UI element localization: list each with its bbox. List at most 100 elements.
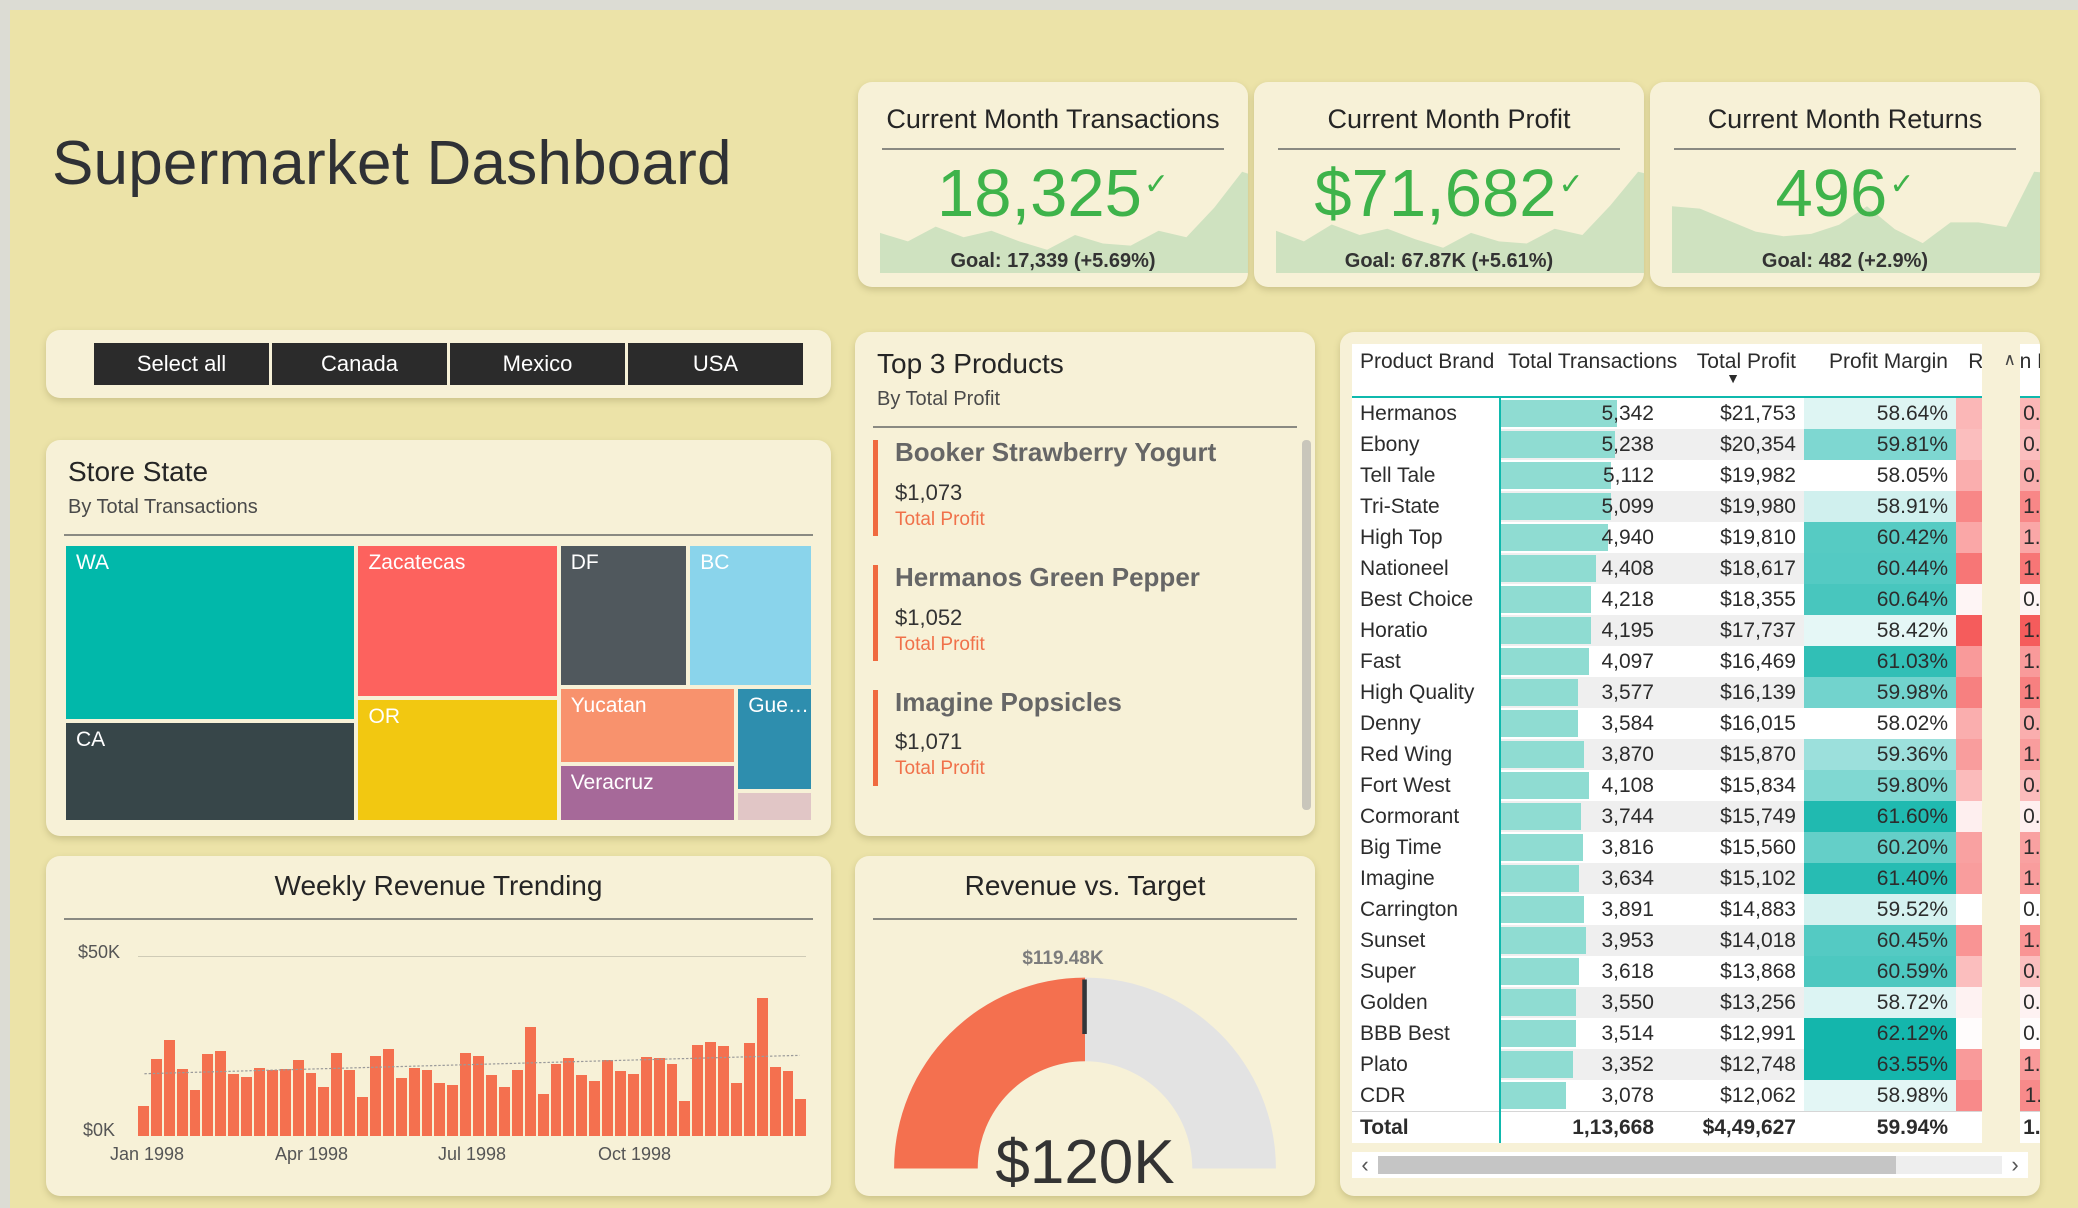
cell-margin: 61.03%	[1804, 646, 1956, 677]
slicer-option-select-all[interactable]: Select all	[94, 343, 269, 385]
table-row[interactable]: Fast4,097$16,46961.03%1.07	[1352, 646, 2040, 677]
cell-transactions: 3,078	[1500, 1080, 1662, 1112]
treemap-tile-label: Yucatan	[571, 694, 647, 718]
table-header-row[interactable]: Product BrandTotal TransactionsTotal Pro…	[1352, 344, 2040, 397]
table-row[interactable]: Carrington3,891$14,88359.52%0.78	[1352, 894, 2040, 925]
treemap-tile[interactable]	[736, 791, 813, 822]
table-header-profit-margin[interactable]: Profit Margin	[1804, 344, 1956, 397]
cell-total-transactions: 1,13,668	[1500, 1112, 1662, 1144]
table-right-clip	[1982, 344, 2020, 1143]
cell-transactions: 3,550	[1500, 987, 1662, 1018]
table-row[interactable]: High Top4,940$19,81060.42%1.01	[1352, 522, 2040, 553]
cell-profit: $15,102	[1662, 863, 1804, 894]
table-row[interactable]: Best Choice4,218$18,35560.64%0.81	[1352, 584, 2040, 615]
table-row[interactable]: Tell Tale5,112$19,98258.05%0.99	[1352, 460, 2040, 491]
cell-transactions: 3,891	[1500, 894, 1662, 925]
kpi-goal: Goal: 17,339 (+5.69%)	[858, 250, 1248, 273]
table-row[interactable]: CDR3,078$12,06258.98%1.11	[1352, 1080, 2040, 1112]
x-tick-1: Apr 1998	[275, 1144, 348, 1165]
cell-margin: 58.72%	[1804, 987, 1956, 1018]
treemap-tile-label: CA	[76, 728, 105, 752]
cell-margin: 58.42%	[1804, 615, 1956, 646]
cell-brand: Horatio	[1352, 615, 1500, 646]
chevron-up-icon[interactable]: ∧	[2004, 350, 2016, 370]
table-row[interactable]: Imagine3,634$15,10261.40%1.06	[1352, 863, 2040, 894]
table-row[interactable]: High Quality3,577$16,13959.98%1.13	[1352, 677, 2040, 708]
table-row[interactable]: Big Time3,816$15,56060.20%1.05	[1352, 832, 2040, 863]
table-row[interactable]: Nationeel4,408$18,61760.44%1.18	[1352, 553, 2040, 584]
table-header-total-profit[interactable]: Total Profit▼	[1662, 344, 1804, 397]
cell-margin: 59.81%	[1804, 429, 1956, 460]
product-brand-table: Product BrandTotal TransactionsTotal Pro…	[1340, 332, 2040, 1196]
scrollbar-vertical[interactable]	[1302, 440, 1311, 810]
cell-profit: $19,982	[1662, 460, 1804, 491]
treemap-tile-yucatan[interactable]: Yucatan	[559, 687, 737, 763]
table-row[interactable]: Hermanos5,342$21,75358.64%0.95	[1352, 397, 2040, 429]
cell-brand: High Quality	[1352, 677, 1500, 708]
treemap-tile-guerr[interactable]: Guerr...	[736, 687, 813, 791]
table-row[interactable]: Denny3,584$16,01558.02%0.99	[1352, 708, 2040, 739]
table-horizontal-scrollbar[interactable]: ‹ ›	[1352, 1152, 2028, 1178]
table-row[interactable]: Super3,618$13,86860.59%0.96	[1352, 956, 2040, 987]
slicer-option-mexico[interactable]: Mexico	[450, 343, 625, 385]
table-header-total-transactions[interactable]: Total Transactions	[1500, 344, 1662, 397]
x-tick-2: Jul 1998	[438, 1144, 506, 1165]
check-icon: ✓	[1889, 168, 1914, 201]
cell-total-margin: 59.94%	[1804, 1112, 1956, 1144]
cell-transactions: 3,634	[1500, 863, 1662, 894]
cell-transactions: 5,342	[1500, 397, 1662, 429]
treemap-tile-wa[interactable]: WA	[64, 544, 356, 721]
scrollbar-track[interactable]	[1378, 1156, 2002, 1174]
dashboard-canvas: Supermarket Dashboard Current Month Tran…	[10, 10, 2078, 1208]
kpi-card-transactions[interactable]: Current Month Transactions 18,325✓ Goal:…	[858, 82, 1248, 287]
data-table: Product BrandTotal TransactionsTotal Pro…	[1352, 344, 2040, 1143]
cell-margin: 60.59%	[1804, 956, 1956, 987]
table-row[interactable]: Tri-State5,099$19,98058.91%1.10	[1352, 491, 2040, 522]
table-header-product-brand[interactable]: Product Brand	[1352, 344, 1500, 397]
treemap-tile-df[interactable]: DF	[559, 544, 689, 687]
table-row[interactable]: Red Wing3,870$15,87059.36%1.06	[1352, 739, 2040, 770]
kpi-card-returns[interactable]: Current Month Returns 496✓ Goal: 482 (+2…	[1650, 82, 2040, 287]
treemap-tile-ca[interactable]: CA	[64, 721, 356, 822]
cell-brand: Red Wing	[1352, 739, 1500, 770]
cell-profit: $16,139	[1662, 677, 1804, 708]
kpi-value: 18,325✓	[858, 160, 1248, 227]
gauge-target-label: $119.48K	[855, 948, 1283, 970]
top3-item[interactable]: Hermanos Green Pepper$1,052Total Profit	[873, 561, 1297, 656]
divider	[64, 534, 813, 536]
cell-brand: Fort West	[1352, 770, 1500, 801]
cell-transactions: 3,584	[1500, 708, 1662, 739]
treemap-tile-or[interactable]: OR	[356, 698, 558, 822]
scroll-left-arrow-icon[interactable]: ‹	[1352, 1152, 1378, 1178]
top3-item[interactable]: Booker Strawberry Yogurt$1,073Total Prof…	[873, 436, 1297, 531]
table-row[interactable]: Cormorant3,744$15,74961.60%0.87	[1352, 801, 2040, 832]
cell-brand: Imagine	[1352, 863, 1500, 894]
cell-margin: 60.45%	[1804, 925, 1956, 956]
revenue-vs-target-gauge: Revenue vs. Target $119.48K $120K	[855, 856, 1315, 1196]
check-icon: ✓	[1144, 168, 1169, 201]
cell-brand: Best Choice	[1352, 584, 1500, 615]
treemap-tile-bc[interactable]: BC	[688, 544, 813, 687]
treemap-tile-zacatecas[interactable]: Zacatecas	[356, 544, 558, 698]
cell-transactions: 3,953	[1500, 925, 1662, 956]
table-row[interactable]: Golden3,550$13,25658.72%0.88	[1352, 987, 2040, 1018]
table-row[interactable]: Plato3,352$12,74863.55%1.06	[1352, 1049, 2040, 1080]
table-row[interactable]: Fort West4,108$15,83459.80%0.97	[1352, 770, 2040, 801]
slicer-option-canada[interactable]: Canada	[272, 343, 447, 385]
slicer-option-usa[interactable]: USA	[628, 343, 803, 385]
scroll-right-arrow-icon[interactable]: ›	[2002, 1152, 2028, 1178]
table-row[interactable]: BBB Best3,514$12,99162.12%0.80	[1352, 1018, 2040, 1049]
cell-transactions: 5,112	[1500, 460, 1662, 491]
product-value: $1,071	[895, 729, 1297, 755]
treemap-tile-veracruz[interactable]: Veracruz	[559, 764, 737, 822]
cell-transactions: 3,577	[1500, 677, 1662, 708]
slicer-button-row: Select allCanadaMexicoUSA	[94, 343, 803, 385]
chart-title: Weekly Revenue Trending	[46, 870, 831, 902]
table-row[interactable]: Ebony5,238$20,35459.81%0.96	[1352, 429, 2040, 460]
cell-profit: $20,354	[1662, 429, 1804, 460]
kpi-card-profit[interactable]: Current Month Profit $71,682✓ Goal: 67.8…	[1254, 82, 1644, 287]
scrollbar-thumb[interactable]	[1378, 1156, 1896, 1174]
top3-item[interactable]: Imagine Popsicles$1,071Total Profit	[873, 686, 1297, 781]
table-row[interactable]: Sunset3,953$14,01860.45%1.03	[1352, 925, 2040, 956]
table-row[interactable]: Horatio4,195$17,73758.42%1.26	[1352, 615, 2040, 646]
